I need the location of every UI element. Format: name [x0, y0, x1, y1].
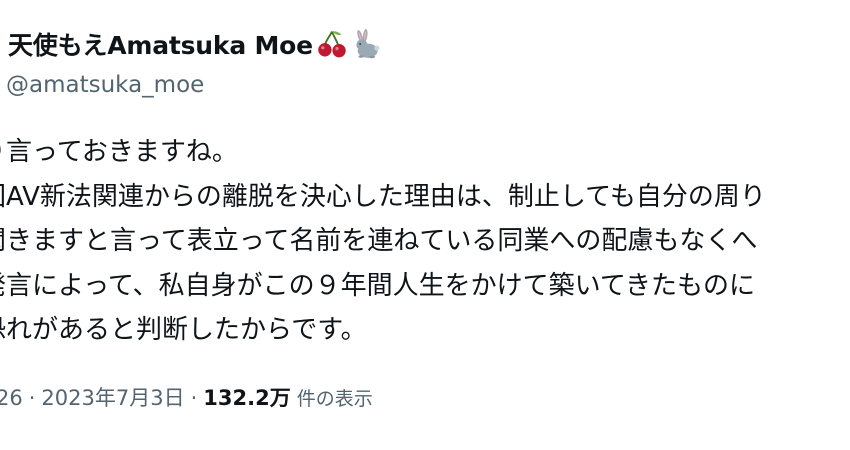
- view-count-label: 件の表示: [296, 388, 373, 410]
- tweet-text-line: 発言によって、私自身がこの９年間人生をかけて築いてきたものに: [0, 270, 756, 301]
- tweet-text-line: 聞きますと言って表立って名前を連ねている同業への配慮もなくへ: [0, 226, 758, 256]
- tweet-text-line: 回AV新法関連からの離脱を決心した理由は、制止しても自分の周り: [0, 181, 766, 212]
- author-display-name[interactable]: 天使もえAmatsuka Moe: [8, 26, 313, 62]
- meta-separator: ·: [28, 386, 36, 410]
- tweet-time[interactable]: 26: [0, 386, 23, 410]
- tweet-card: 天使もえAmatsuka Moe @amatsuka_moe り言っておきますね…: [0, 0, 850, 450]
- tweet-text-line: 恐れがあると判断したからです。: [0, 315, 367, 345]
- tweet-meta: 26 · 2023年7月3日 · 132.2万 件の表示: [0, 382, 373, 412]
- tweet-text-line: り言っておきますね。: [0, 137, 238, 167]
- rabbit-icon: [356, 29, 380, 59]
- tweet-date[interactable]: 2023年7月3日: [41, 382, 184, 412]
- tweet-text: り言っておきますね。 回AV新法関連からの離脱を決心した理由は、制止しても自分の…: [0, 130, 850, 353]
- meta-separator: ·: [190, 386, 198, 410]
- cherry-icon: [318, 31, 346, 58]
- author-name-row[interactable]: 天使もえAmatsuka Moe: [8, 26, 381, 62]
- author-handle[interactable]: @amatsuka_moe: [6, 72, 204, 98]
- view-count[interactable]: 132.2万: [203, 382, 290, 412]
